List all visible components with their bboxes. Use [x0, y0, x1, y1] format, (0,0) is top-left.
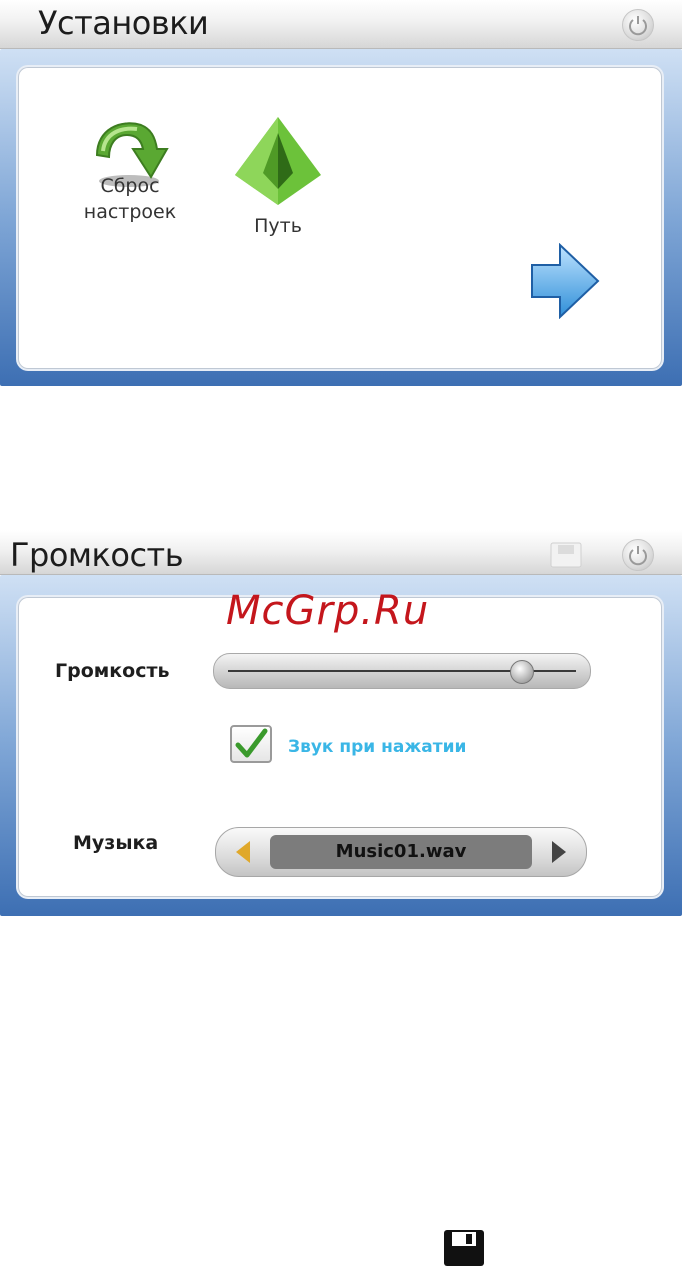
title-bar: Установки: [0, 0, 682, 49]
volume-thumb[interactable]: [509, 660, 534, 684]
next-arrow-icon[interactable]: [530, 243, 600, 319]
reset-label-line2: настроек: [83, 201, 177, 223]
settings-screen: Установки Сброс настроек Путь: [0, 0, 682, 386]
volume-label: Громкость: [55, 660, 170, 682]
watermark: McGrp.Ru: [226, 588, 430, 634]
music-value: Music01.wav: [270, 835, 532, 869]
volume-screen: Громкость Громкость Звук при нажатии Муз…: [0, 530, 682, 916]
content-panel: Громкость Звук при нажатии Музыка Music0…: [18, 597, 662, 897]
previous-music-button[interactable]: [236, 841, 250, 863]
power-icon: [629, 16, 647, 36]
pyramid-icon: [235, 117, 321, 205]
reset-settings-button[interactable]: Сброс настроек: [70, 115, 190, 225]
checkmark-icon: [235, 728, 268, 758]
volume-slider[interactable]: [213, 653, 591, 689]
floppy-disk-icon: [444, 1230, 484, 1266]
power-icon: [629, 546, 647, 566]
path-button[interactable]: Путь: [223, 115, 333, 239]
save-icon[interactable]: [550, 542, 582, 568]
power-button[interactable]: [622, 9, 654, 41]
page-title: Громкость: [10, 536, 184, 574]
path-label: Путь: [254, 215, 302, 237]
click-sound-checkbox[interactable]: [230, 725, 272, 763]
next-music-button[interactable]: [552, 841, 566, 863]
reset-settings-label: Сброс настроек: [70, 173, 190, 225]
music-label: Музыка: [73, 832, 159, 854]
reset-label-line1: Сброс: [100, 175, 160, 197]
music-selector: Music01.wav: [215, 827, 587, 877]
content-frame: Сброс настроек Путь: [0, 49, 682, 386]
title-bar: Громкость: [0, 530, 682, 575]
content-panel: Сброс настроек Путь: [18, 67, 662, 369]
power-button[interactable]: [622, 539, 654, 571]
page-title: Установки: [38, 4, 209, 42]
click-sound-label[interactable]: Звук при нажатии: [288, 737, 466, 757]
